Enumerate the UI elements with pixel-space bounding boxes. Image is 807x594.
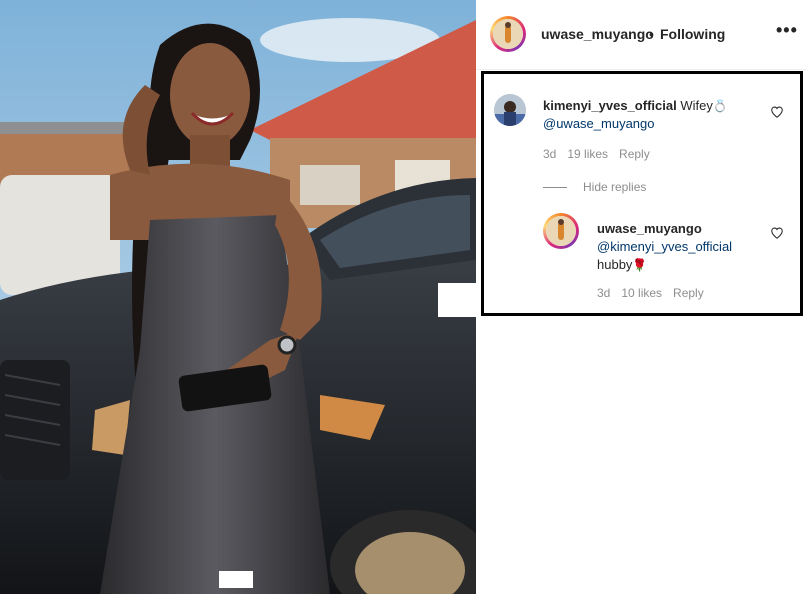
commenter-avatar[interactable] <box>494 94 526 126</box>
comment-reply-button[interactable]: Reply <box>619 147 650 161</box>
reply-like-count[interactable]: 10 likes <box>621 286 662 300</box>
reply-reply-button[interactable]: Reply <box>673 286 704 300</box>
more-options-icon[interactable]: ••• <box>776 20 798 41</box>
post-image[interactable] <box>0 0 476 594</box>
redaction-patch <box>438 283 476 317</box>
comment-meta: 3d 19 likes Reply <box>543 147 661 161</box>
commenter-avatar-image <box>494 94 526 126</box>
reply-like-heart-icon[interactable] <box>770 226 784 240</box>
comment-like-count[interactable]: 19 likes <box>567 147 608 161</box>
ring-emoji: 💍 <box>712 99 728 113</box>
reply-author-avatar[interactable] <box>543 213 579 249</box>
reply-mention-link[interactable]: @kimenyi_yves_official <box>597 239 732 254</box>
author-avatar-image <box>493 19 523 49</box>
comment-mention-link[interactable]: @uwase_muyango <box>543 116 654 131</box>
follow-status-button[interactable]: Following <box>660 26 725 42</box>
hide-replies-toggle[interactable]: Hide replies <box>543 180 646 194</box>
separator-dot: • <box>649 26 654 42</box>
reply-username[interactable]: uwase_muyango <box>597 221 702 236</box>
reply-avatar-image <box>546 216 576 246</box>
reply-age: 3d <box>597 286 611 300</box>
comment-body: kimenyi_yves_official Wifey💍 @uwase_muya… <box>543 97 758 133</box>
comment-thread: kimenyi_yves_official Wifey💍 @uwase_muya… <box>481 71 803 316</box>
post-photo-illustration <box>0 0 476 594</box>
reply-text: hubby <box>597 257 633 272</box>
author-username[interactable]: uwase_muyango <box>541 26 654 42</box>
reply-body: uwase_muyango @kimenyi_yves_official hub… <box>597 220 767 274</box>
hide-replies-label: Hide replies <box>583 180 647 194</box>
comment-age: 3d <box>543 147 557 161</box>
replies-divider-line <box>543 186 567 188</box>
redaction-patch <box>219 571 253 588</box>
rose-emoji: 🌹 <box>632 258 648 272</box>
post-header: uwase_muyango • Following ••• <box>476 0 807 70</box>
like-heart-icon[interactable] <box>770 105 784 119</box>
post-side-panel: uwase_muyango • Following ••• kimenyi_yv… <box>476 0 807 594</box>
author-avatar[interactable] <box>490 16 526 52</box>
reply-meta: 3d 10 likes Reply <box>597 286 715 300</box>
commenter-username[interactable]: kimenyi_yves_official <box>543 98 677 113</box>
comment-text: Wifey <box>680 98 713 113</box>
